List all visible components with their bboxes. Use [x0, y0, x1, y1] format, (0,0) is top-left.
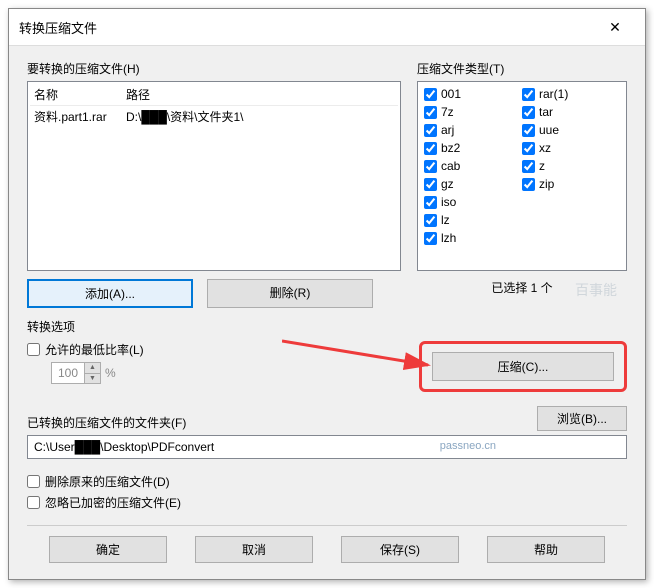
output-folder-input[interactable]: C:\User███\Desktop\PDFconvert passneo.cn: [27, 435, 627, 459]
percent-label: %: [105, 366, 116, 380]
type-tar[interactable]: tar: [522, 104, 620, 120]
type-001[interactable]: 001: [424, 86, 522, 102]
types-col-2: rar(1) tar uue xz z zip: [522, 86, 620, 266]
help-button[interactable]: 帮助: [487, 536, 605, 563]
type-uue[interactable]: uue: [522, 122, 620, 138]
type-xz[interactable]: xz: [522, 140, 620, 156]
cancel-button[interactable]: 取消: [195, 536, 313, 563]
files-listbox[interactable]: 名称 路径 资料.part1.rar D:\███\资料\文件夹1\: [27, 81, 401, 271]
browse-button[interactable]: 浏览(B)...: [537, 406, 627, 431]
watermark-text: passneo.cn: [440, 440, 496, 452]
list-cell-path: D:\███\资料\文件夹1\: [122, 108, 398, 125]
delete-button[interactable]: 删除(R): [207, 279, 373, 308]
type-cab[interactable]: cab: [424, 158, 522, 174]
archive-types-section: 压缩文件类型(T) 001 7z arj bz2 cab gz iso lz l…: [417, 60, 627, 308]
col-header-path[interactable]: 路径: [122, 86, 398, 103]
compress-button[interactable]: 压缩(C)...: [432, 352, 614, 381]
window-title: 转换压缩文件: [19, 18, 97, 37]
folder-label: 已转换的压缩文件的文件夹(F): [27, 414, 186, 431]
types-box: 001 7z arj bz2 cab gz iso lz lzh rar(1) …: [417, 81, 627, 271]
type-bz2[interactable]: bz2: [424, 140, 522, 156]
type-zip[interactable]: zip: [522, 176, 620, 192]
type-z[interactable]: z: [522, 158, 620, 174]
files-to-convert-section: 要转换的压缩文件(H) 名称 路径 资料.part1.rar D:\███\资料…: [27, 60, 401, 308]
bottom-button-row: 确定 取消 保存(S) 帮助: [27, 536, 627, 563]
type-7z[interactable]: 7z: [424, 104, 522, 120]
dialog-content: 百事能 要转换的压缩文件(H) 名称 路径 资料.part1.rar D:\██…: [9, 46, 645, 579]
close-button[interactable]: ✕: [595, 15, 635, 39]
delete-original-checkbox[interactable]: 删除原来的压缩文件(D): [27, 473, 627, 490]
convert-archives-dialog: 转换压缩文件 ✕ 百事能 要转换的压缩文件(H) 名称 路径 资料.part1.…: [8, 8, 646, 580]
type-gz[interactable]: gz: [424, 176, 522, 192]
titlebar: 转换压缩文件 ✕: [9, 9, 645, 46]
types-col-1: 001 7z arj bz2 cab gz iso lz lzh: [424, 86, 522, 266]
type-lzh[interactable]: lzh: [424, 230, 522, 246]
list-row[interactable]: 资料.part1.rar D:\███\资料\文件夹1\: [30, 106, 398, 127]
spinner-down[interactable]: ▼: [85, 374, 100, 384]
add-button[interactable]: 添加(A)...: [27, 279, 193, 308]
ignore-encrypted-checkbox[interactable]: 忽略已加密的压缩文件(E): [27, 494, 627, 511]
col-header-name[interactable]: 名称: [30, 86, 122, 103]
type-arj[interactable]: arj: [424, 122, 522, 138]
type-lz[interactable]: lz: [424, 212, 522, 228]
ok-button[interactable]: 确定: [49, 536, 167, 563]
min-ratio-checkbox[interactable]: 允许的最低比率(L): [27, 341, 419, 358]
options-label: 转换选项: [27, 318, 627, 335]
files-label: 要转换的压缩文件(H): [27, 60, 401, 77]
compress-highlight: 压缩(C)...: [419, 341, 627, 392]
selected-count: 已选择 1 个: [417, 279, 627, 296]
type-iso[interactable]: iso: [424, 194, 522, 210]
types-label: 压缩文件类型(T): [417, 60, 627, 77]
output-folder-section: 已转换的压缩文件的文件夹(F) 浏览(B)... C:\User███\Desk…: [27, 406, 627, 459]
list-cell-name: 资料.part1.rar: [30, 108, 122, 125]
spinner-up[interactable]: ▲: [85, 363, 100, 374]
save-button[interactable]: 保存(S): [341, 536, 459, 563]
type-rar[interactable]: rar(1): [522, 86, 620, 102]
divider: [27, 525, 627, 526]
min-ratio-spinner[interactable]: 100 ▲ ▼: [51, 362, 101, 384]
list-header: 名称 路径: [30, 84, 398, 106]
convert-options-section: 转换选项 允许的最低比率(L): [27, 318, 627, 392]
